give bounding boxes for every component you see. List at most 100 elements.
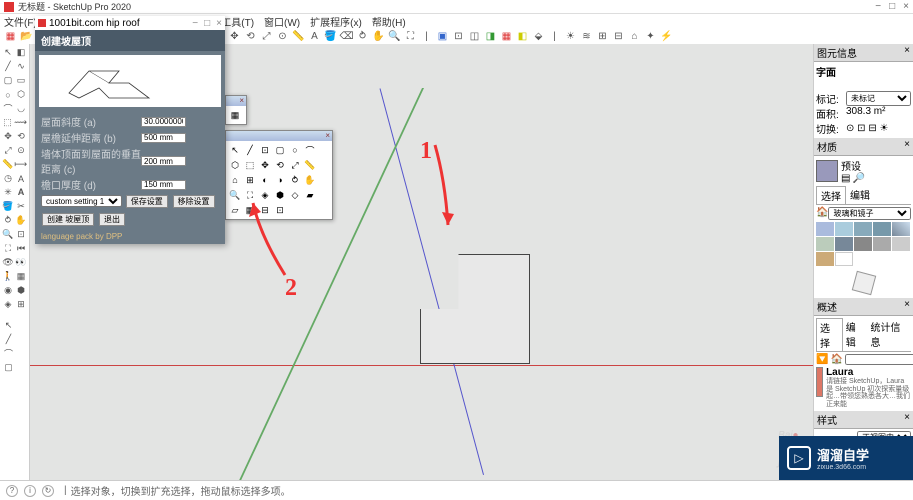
lt-ext2[interactable]: ⬢	[15, 284, 27, 297]
fp1-close[interactable]: ×	[239, 96, 244, 106]
lt-rect2[interactable]: ▢	[2, 361, 15, 374]
fp2-26[interactable]: ▦	[243, 203, 257, 217]
lt-line[interactable]: ╱	[2, 60, 14, 73]
icon-back[interactable]: ▦	[500, 30, 513, 43]
create-btn[interactable]: 创建 坡屋顶	[42, 213, 94, 226]
lt-arc[interactable]: ⌒	[2, 102, 14, 115]
menu-tools[interactable]: 工具(T)	[221, 14, 254, 29]
close-button[interactable]: ×	[903, 1, 909, 12]
rp-close-2[interactable]: ×	[904, 139, 910, 154]
lt-rect[interactable]: ▢	[2, 74, 14, 87]
lt-eraser[interactable]: ◧	[15, 46, 27, 59]
icon-front[interactable]: ◫	[468, 30, 481, 43]
sw9[interactable]	[873, 237, 891, 251]
toggle-icons[interactable]: ⊙ ⊡ ⊟ ☀	[846, 123, 888, 134]
lt-ext4[interactable]: ⊞	[15, 298, 27, 311]
dlg-max[interactable]: □	[204, 18, 210, 29]
fp2-21[interactable]: ◈	[258, 188, 272, 202]
fp2-25[interactable]: ▱	[228, 203, 242, 217]
lt-arc3[interactable]: ⌒	[2, 347, 15, 360]
icon-fog[interactable]: ≋	[580, 30, 593, 43]
lt-offset[interactable]: ⊙	[15, 144, 27, 157]
tab-edit[interactable]: 编辑	[846, 186, 874, 204]
fp2-19[interactable]: 🔍	[228, 188, 242, 202]
ov-search[interactable]	[845, 354, 913, 365]
fp2-20[interactable]: ⛶	[243, 188, 257, 202]
fp2-23[interactable]: ◇	[288, 188, 302, 202]
lt-prev[interactable]: ⏮	[15, 242, 27, 255]
dlg-min[interactable]: −	[192, 18, 198, 29]
preset-select[interactable]: custom setting 1	[41, 195, 122, 207]
icon-eraser[interactable]: ⌫	[340, 30, 353, 43]
lt-axes[interactable]: ✳	[2, 186, 14, 199]
rp-close-1[interactable]: ×	[904, 45, 910, 60]
current-material[interactable]	[816, 160, 838, 182]
lt-rrect[interactable]: ▭	[15, 74, 27, 87]
lt-move[interactable]: ✥	[2, 130, 14, 143]
icon-scale[interactable]: ⤢	[260, 30, 273, 43]
rp-close-3[interactable]: ×	[904, 299, 910, 314]
lt-ext1[interactable]: ◉	[2, 284, 14, 297]
maximize-button[interactable]: □	[889, 1, 895, 12]
fp2-13[interactable]: ⌂	[228, 173, 242, 187]
icon-move[interactable]: ✥	[228, 30, 241, 43]
icon-pan[interactable]: ✋	[372, 30, 385, 43]
lt-paint[interactable]: 🪣	[2, 200, 14, 213]
sw1[interactable]	[816, 222, 834, 236]
status-icon1[interactable]: ?	[6, 485, 18, 497]
lt-dim[interactable]: ⟼	[14, 158, 27, 171]
lt-arrow[interactable]: ↖	[2, 319, 15, 332]
lt-push[interactable]: ⬚	[2, 116, 13, 129]
icon-right[interactable]: ◨	[484, 30, 497, 43]
fp2-3[interactable]: ⊡	[258, 143, 272, 157]
fp2-27[interactable]: ⊟	[258, 203, 272, 217]
fp2-6[interactable]: ⌒	[303, 143, 317, 157]
rp-close-4[interactable]: ×	[904, 412, 910, 427]
fp2-18[interactable]: ✋	[303, 173, 317, 187]
mat-btn2[interactable]: 🔎	[852, 173, 864, 184]
select-tag[interactable]: 未标记	[846, 91, 911, 106]
icon-zoom[interactable]: 🔍	[388, 30, 401, 43]
fld-angle-input[interactable]	[141, 117, 186, 127]
lt-line2[interactable]: ╱	[2, 333, 15, 346]
fp2-15[interactable]: ◐	[258, 173, 272, 187]
sw5[interactable]	[892, 222, 910, 236]
icon-shadow[interactable]: ☀	[564, 30, 577, 43]
fld-thick-input[interactable]	[141, 180, 186, 190]
fp1-icon[interactable]: ▦	[228, 108, 242, 122]
ov-tab1[interactable]: 选择	[816, 318, 843, 351]
fp2-10[interactable]: ⟲	[273, 158, 287, 172]
lt-poly[interactable]: ⬡	[15, 88, 27, 101]
icon-new[interactable]: ▦	[4, 30, 17, 43]
sw3[interactable]	[854, 222, 872, 236]
lt-sect[interactable]: ▦	[15, 270, 27, 283]
lt-rotate[interactable]: ⟲	[15, 130, 27, 143]
status-icon2[interactable]: i	[24, 485, 36, 497]
icon-rotate[interactable]: ⟲	[244, 30, 257, 43]
menu-ext[interactable]: 扩展程序(x)	[310, 14, 362, 29]
sw12[interactable]	[835, 252, 853, 266]
lt-3dtext[interactable]: 𝐀	[15, 186, 27, 199]
lt-pos[interactable]: 👁	[2, 256, 14, 269]
fp2-14[interactable]: ⊞	[243, 173, 257, 187]
sw2[interactable]	[835, 222, 853, 236]
component-icon[interactable]	[814, 268, 913, 298]
lt-scale[interactable]: ⤢	[2, 144, 14, 157]
mat-home-icon[interactable]: 🏠	[816, 207, 828, 220]
fp2-4[interactable]: ▢	[273, 143, 287, 157]
dlg-close[interactable]: ×	[216, 18, 222, 29]
lt-orbit[interactable]: ⥁	[2, 214, 14, 227]
minimize-button[interactable]: −	[875, 1, 881, 12]
ov-tab2[interactable]: 编辑	[843, 318, 868, 351]
layer-thumb[interactable]	[816, 367, 823, 397]
lt-look[interactable]: 👀	[15, 256, 27, 269]
icon-top[interactable]: ⊡	[452, 30, 465, 43]
lt-circle[interactable]: ○	[2, 88, 14, 101]
lt-arc2[interactable]: ◡	[15, 102, 27, 115]
del-settings-btn[interactable]: 移除设置	[173, 195, 215, 208]
icon-orbit[interactable]: ⥁	[356, 30, 369, 43]
lt-tape[interactable]: 📏	[2, 158, 13, 171]
lt-select[interactable]: ↖	[2, 46, 14, 59]
icon-zoomext[interactable]: ⛶	[404, 30, 417, 43]
save-settings-btn[interactable]: 保存设置	[126, 195, 168, 208]
